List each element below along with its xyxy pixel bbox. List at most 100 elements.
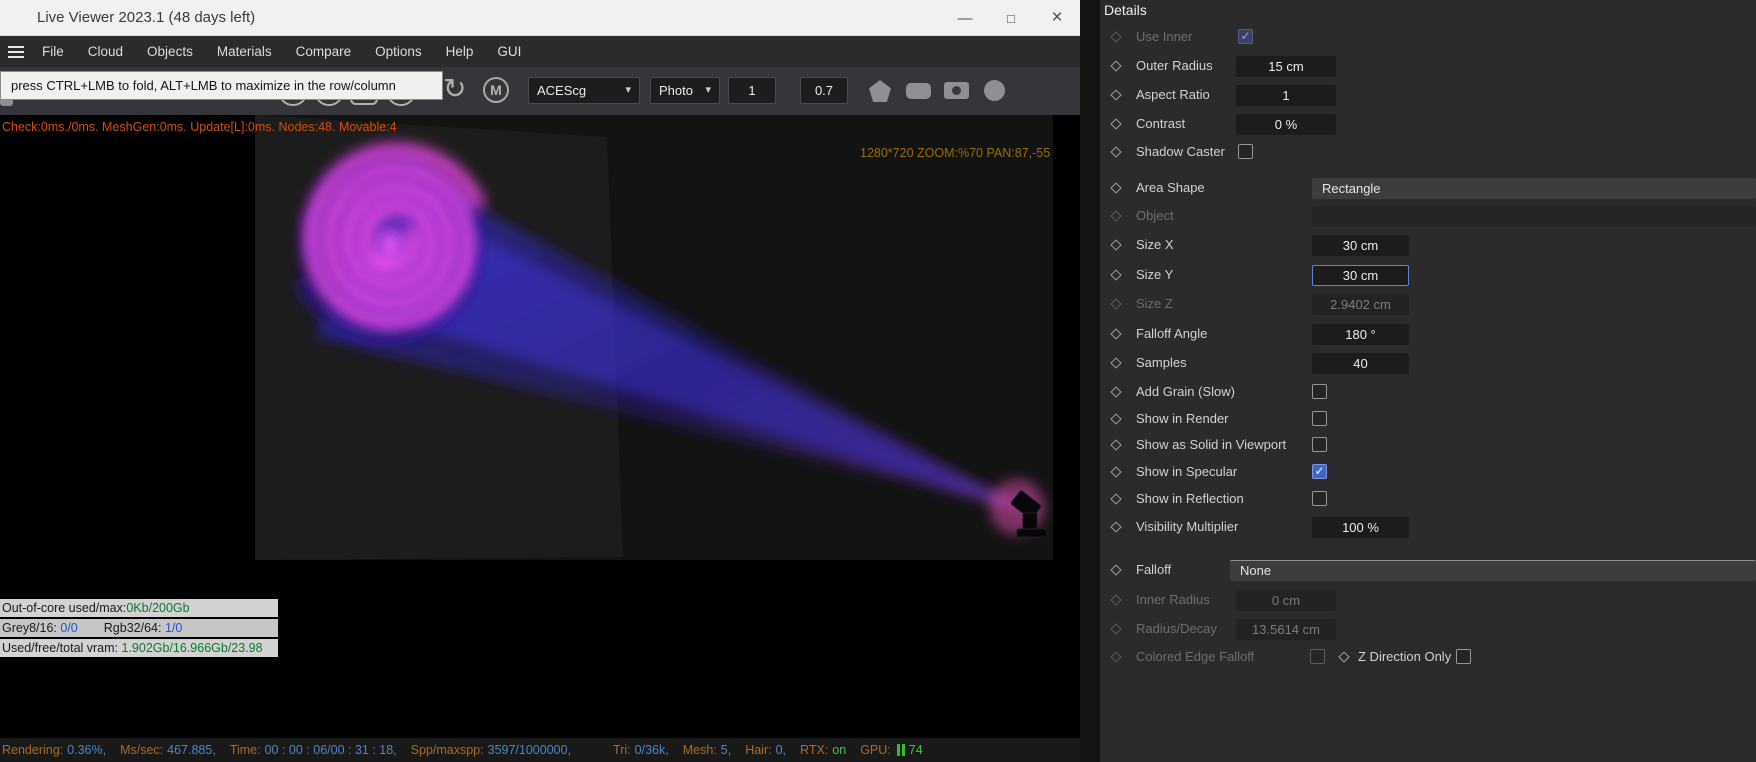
memory-overlay: Out-of-core used/max:0Kb/200Gb Grey8/16:… — [0, 599, 278, 659]
z-direction-only-checkbox[interactable] — [1456, 649, 1471, 664]
keyframe-diamond-icon[interactable] — [1110, 328, 1122, 340]
details-panel: Details Use Inner ✓ Outer Radius 15 cm A… — [1100, 0, 1756, 762]
keyframe-diamond-icon[interactable] — [1110, 439, 1122, 451]
gamma-field[interactable]: 0.7 — [800, 77, 848, 104]
close-button[interactable]: × — [1034, 0, 1080, 36]
keyframe-diamond-icon[interactable] — [1110, 89, 1122, 101]
row-visibility-multiplier: Visibility Multiplier 100 % — [1100, 516, 1756, 539]
keyframe-diamond-icon[interactable] — [1110, 466, 1122, 478]
keyframe-diamond-icon[interactable] — [1110, 386, 1122, 398]
row-edge-falloff-zdir: Colored Edge Falloff Z Direction Only — [1100, 646, 1756, 669]
outer-radius-field[interactable]: 15 cm — [1236, 56, 1336, 77]
minimize-button[interactable]: — — [942, 0, 988, 36]
menu-help[interactable]: Help — [434, 36, 486, 67]
hamburger-menu-icon[interactable] — [0, 36, 30, 67]
grey-value: 0/0 — [60, 621, 78, 635]
menu-file[interactable]: File — [30, 36, 76, 67]
status-rendering: Rendering: 0.36%, — [2, 743, 107, 757]
keyframe-diamond-icon[interactable] — [1110, 146, 1122, 158]
keyframe-diamond-icon[interactable] — [1110, 493, 1122, 505]
size-x-field[interactable]: 30 cm — [1312, 235, 1409, 256]
keyframe-diamond-icon[interactable] — [1110, 182, 1122, 194]
camera-icon[interactable] — [944, 82, 969, 99]
titlebar[interactable]: Live Viewer 2023.1 (48 days left) — □ × — [0, 0, 1080, 36]
area-shape-dropdown[interactable]: Rectangle — [1312, 178, 1756, 199]
region-icon[interactable] — [906, 83, 931, 99]
colorspace-value: ACEScg — [537, 83, 587, 98]
falloff-dropdown[interactable]: None — [1230, 560, 1756, 581]
param-label: Size X — [1136, 237, 1174, 252]
keyframe-diamond-icon[interactable] — [1110, 60, 1122, 72]
m-badge-icon[interactable]: M — [483, 77, 509, 103]
menu-objects[interactable]: Objects — [135, 36, 205, 67]
samples-field[interactable]: 40 — [1312, 353, 1409, 374]
use-inner-checkbox: ✓ — [1238, 29, 1253, 44]
render-viewport[interactable]: Check:0ms./0ms. MeshGen:0ms. Update[L]:0… — [0, 115, 1080, 738]
toolbar-tooltip: press CTRL+LMB to fold, ALT+LMB to maxim… — [0, 71, 443, 100]
response-dropdown[interactable]: Photo ▾ — [650, 77, 720, 104]
menu-cloud[interactable]: Cloud — [76, 36, 135, 67]
row-show-in-reflection: Show in Reflection — [1100, 488, 1756, 511]
polygon-icon[interactable] — [869, 80, 891, 102]
param-label: Falloff Angle — [1136, 326, 1208, 341]
shadow-caster-checkbox[interactable] — [1238, 144, 1253, 159]
response-value: Photo — [659, 83, 693, 98]
visibility-multiplier-field[interactable]: 100 % — [1312, 517, 1409, 538]
chevron-down-icon: ▾ — [705, 84, 711, 96]
keyframe-diamond-icon[interactable] — [1110, 521, 1122, 533]
param-label: Add Grain (Slow) — [1136, 384, 1235, 399]
row-falloff: Falloff None — [1100, 559, 1756, 582]
status-mesh: Mesh: 5, — [682, 743, 732, 757]
param-label: Show in Render — [1136, 411, 1229, 426]
out-of-core-row: Out-of-core used/max:0Kb/200Gb — [0, 599, 278, 617]
keyframe-diamond-icon[interactable] — [1110, 357, 1122, 369]
size-z-field: 2.9402 cm — [1312, 294, 1409, 315]
row-contrast: Contrast 0 % — [1100, 113, 1756, 136]
param-label: Show as Solid in Viewport — [1136, 437, 1287, 452]
menu-compare[interactable]: Compare — [284, 36, 364, 67]
colorspace-dropdown[interactable]: ACEScg ▾ — [528, 77, 640, 104]
add-grain-checkbox[interactable] — [1312, 384, 1327, 399]
row-show-as-solid: Show as Solid in Viewport — [1100, 434, 1756, 457]
keyframe-diamond-icon[interactable] — [1110, 564, 1122, 576]
show-in-specular-checkbox[interactable]: ✓ — [1312, 464, 1327, 479]
keyframe-diamond-icon[interactable] — [1110, 239, 1122, 251]
param-label: Outer Radius — [1136, 58, 1213, 73]
keyframe-diamond-icon[interactable] — [1338, 651, 1350, 663]
row-outer-radius: Outer Radius 15 cm — [1100, 55, 1756, 78]
status-gpu: GPU: 74 — [860, 743, 923, 757]
chevron-down-icon: ▾ — [625, 84, 631, 96]
status-tri: Tri: 0/36k, — [613, 743, 669, 757]
rotate-icon[interactable]: ↻ — [443, 72, 466, 105]
show-in-render-checkbox[interactable] — [1312, 411, 1327, 426]
aspect-ratio-field[interactable]: 1 — [1236, 85, 1336, 106]
param-label: Inner Radius — [1136, 592, 1210, 607]
menu-gui[interactable]: GUI — [485, 36, 533, 67]
keyframe-diamond-icon — [1110, 623, 1122, 635]
menu-materials[interactable]: Materials — [205, 36, 284, 67]
status-mssec: Ms/sec: 467.885, — [120, 743, 216, 757]
menu-options[interactable]: Options — [363, 36, 434, 67]
live-viewer-window: Live Viewer 2023.1 (48 days left) — □ × … — [0, 0, 1080, 762]
row-aspect-ratio: Aspect Ratio 1 — [1100, 84, 1756, 107]
debug-stats-text: Check:0ms./0ms. MeshGen:0ms. Update[L]:0… — [2, 120, 397, 134]
grey-label: Grey8/16: — [2, 621, 57, 635]
show-in-reflection-checkbox[interactable] — [1312, 491, 1327, 506]
keyframe-diamond-icon[interactable] — [1110, 413, 1122, 425]
window-controls: — □ × — [942, 0, 1080, 36]
exposure-field[interactable]: 1 — [728, 77, 776, 104]
row-size-z: Size Z 2.9402 cm — [1100, 293, 1756, 316]
size-y-field[interactable]: 30 cm — [1312, 265, 1409, 286]
panel-title: Details — [1104, 2, 1147, 18]
circle-icon[interactable] — [984, 80, 1005, 101]
param-label: Visibility Multiplier — [1136, 519, 1239, 534]
row-shadow-caster: Shadow Caster — [1100, 141, 1756, 164]
render-image[interactable] — [255, 115, 1053, 560]
maximize-button[interactable]: □ — [988, 0, 1034, 36]
contrast-field[interactable]: 0 % — [1236, 114, 1336, 135]
show-as-solid-checkbox[interactable] — [1312, 437, 1327, 452]
keyframe-diamond-icon[interactable] — [1110, 118, 1122, 130]
falloff-angle-field[interactable]: 180 ° — [1312, 324, 1409, 345]
keyframe-diamond-icon[interactable] — [1110, 269, 1122, 281]
param-label: Use Inner — [1136, 29, 1193, 44]
